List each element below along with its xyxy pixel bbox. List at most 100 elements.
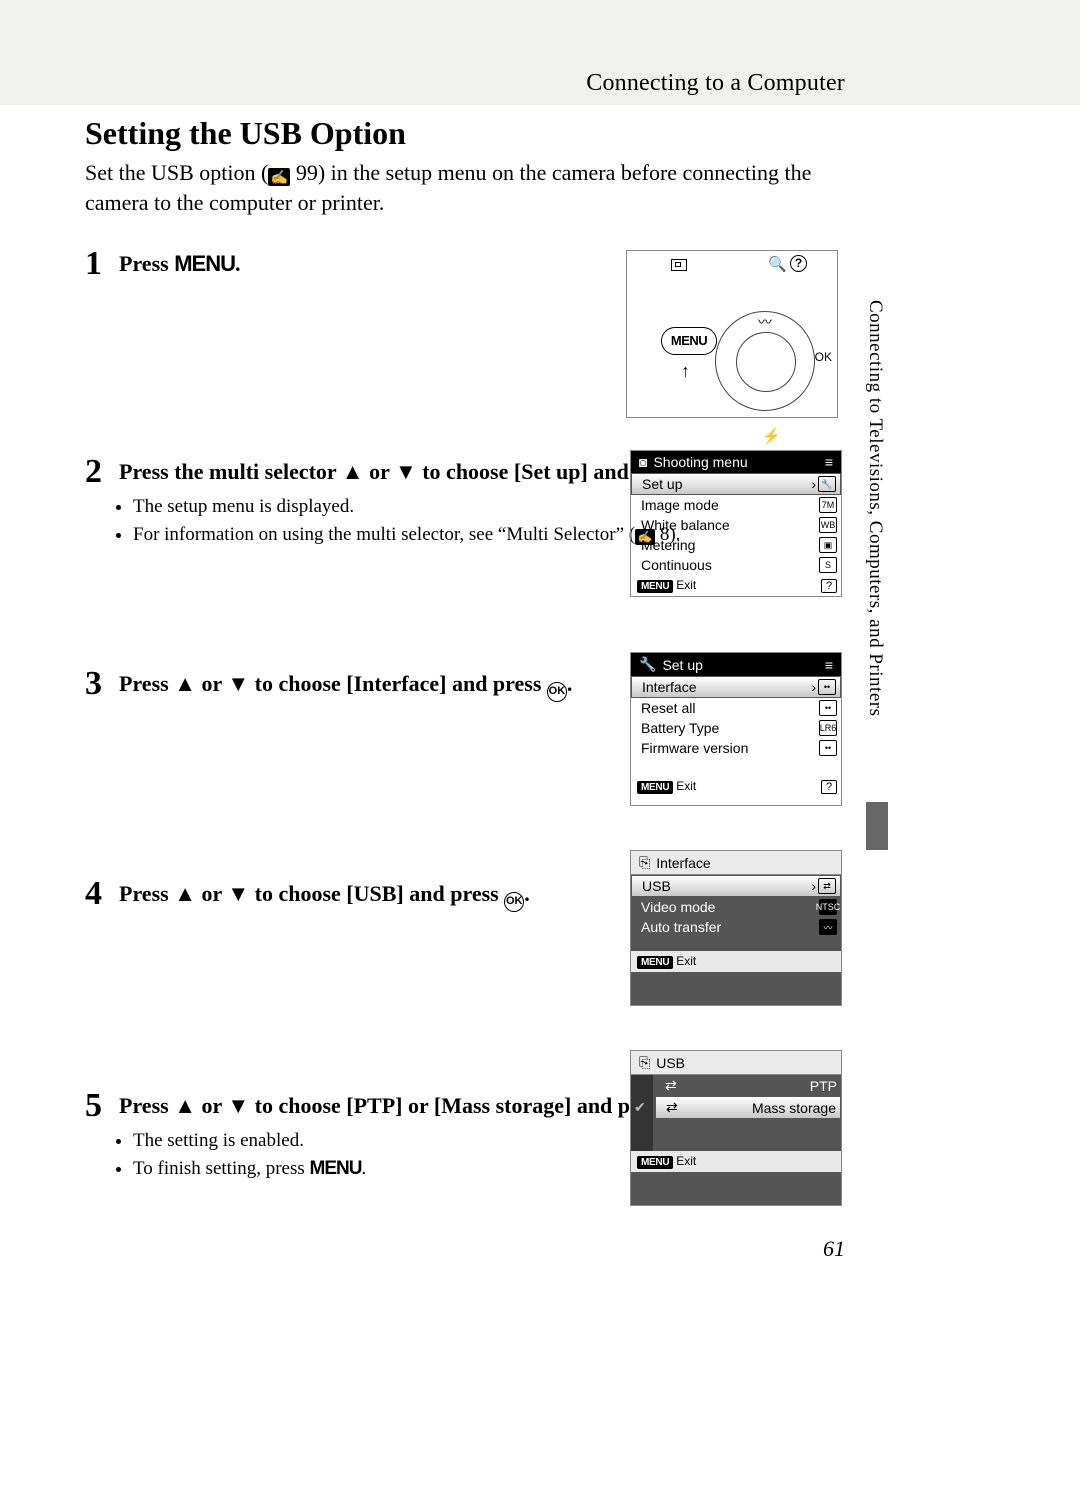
menu-item-metering: Metering ▣ — [631, 535, 841, 555]
lcd-footer: MENUExit — [631, 951, 841, 972]
thumb-tab — [866, 802, 888, 850]
camera-icon: ◙ — [639, 454, 647, 470]
lcd-title-text: Interface — [656, 855, 710, 871]
wrench-icon: 🔧 — [639, 656, 656, 673]
plug-icon: ⎘ — [639, 1054, 650, 1071]
lcd-body: ✔ ⇄ PTP ⇄ Mass storage — [631, 1075, 841, 1151]
lcd-interface-menu: ⎘ Interface USB › ⇄ Video mode NTSC Auto… — [630, 850, 842, 1006]
menu-item-usb: USB › ⇄ — [631, 875, 841, 897]
lcd-title-text: USB — [656, 1055, 685, 1071]
menu-item-continuous: Continuous S — [631, 555, 841, 575]
lcd-title-bar: ⎘ USB — [631, 1051, 841, 1075]
value-icon: WB — [819, 517, 837, 533]
help-icon: ? — [821, 780, 837, 794]
exit-text: Exit — [676, 578, 696, 592]
down-arrow-icon — [227, 881, 249, 906]
help-icon: ? — [790, 255, 807, 272]
menu-item-mass-storage: ⇄ Mass storage — [655, 1096, 841, 1119]
menu-button-label: MENU — [174, 251, 235, 276]
menu-item-firmware: Firmware version •• — [631, 738, 841, 758]
usb-icon: ⇄ — [665, 1077, 677, 1094]
value-icon: •• — [819, 700, 837, 716]
menu-item-auto-transfer: Auto transfer 〰 — [631, 917, 841, 937]
menu-item-ptp: ⇄ PTP — [655, 1075, 841, 1096]
check-icon: ✔ — [634, 1099, 646, 1116]
menu-item-label: Interface — [642, 679, 696, 695]
flash-icon: ⚡ — [762, 427, 781, 445]
value-icon: •• — [818, 679, 836, 695]
chapter-header: Connecting to a Computer — [586, 70, 845, 97]
value-icon: LR6 — [819, 720, 837, 736]
up-arrow-icon — [342, 459, 364, 484]
menu-item-label: Reset all — [641, 700, 695, 716]
lcd-footer: MENUExit ? — [631, 776, 841, 797]
lcd-body: USB › ⇄ Video mode NTSC Auto transfer 〰 — [631, 875, 841, 951]
step-text: . — [235, 251, 241, 276]
menu-item-setup: Set up › 🔧 — [631, 473, 841, 495]
down-arrow-icon — [227, 671, 249, 696]
exit-label: MENUExit — [637, 578, 696, 593]
menu-item-label: PTP — [810, 1078, 837, 1094]
dial-up-icon: 〰 — [758, 312, 772, 332]
exit-text: Exit — [676, 1154, 696, 1168]
exit-label: MENUExit — [637, 954, 696, 969]
lcd-shooting-menu: ◙ Shooting menu ≡ Set up › 🔧 Image mode … — [630, 450, 842, 597]
lcd-usb-menu: ⎘ USB ✔ ⇄ PTP ⇄ Mass storage MENUExit — [630, 1050, 842, 1206]
camera-back-illustration: 🔍 ? MENU ↑ 〰 OK ⚡ — [626, 250, 838, 418]
step-text: or — [364, 459, 395, 484]
step-number: 4 — [85, 875, 119, 911]
page-title: Setting the USB Option — [85, 115, 845, 152]
lcd-title-text: Set up — [662, 657, 702, 673]
value-icon: 〰 — [819, 919, 837, 935]
ok-icon: OK — [504, 892, 524, 912]
step-number: 5 — [85, 1087, 119, 1123]
up-arrow-icon — [174, 1093, 196, 1118]
step-text: or — [196, 881, 227, 906]
note-text: . — [361, 1158, 366, 1179]
lcd-footer: MENUExit ? — [631, 575, 841, 596]
usb-icon: ⇄ — [666, 1099, 678, 1116]
step-text: or — [196, 1093, 227, 1118]
up-arrow-icon — [174, 671, 196, 696]
menu-chip-icon: MENU — [637, 956, 673, 969]
step-number: 2 — [85, 453, 119, 489]
value-icon: 7M — [819, 497, 837, 513]
step-text: Press — [119, 881, 174, 906]
down-arrow-icon — [227, 1093, 249, 1118]
exit-text: Exit — [676, 779, 696, 793]
list-icon: ≡ — [825, 454, 835, 470]
side-chapter-text: Connecting to Televisions, Computers, an… — [866, 300, 885, 716]
step-number: 3 — [85, 665, 119, 701]
top-band — [0, 0, 1080, 105]
menu-item-label: USB — [642, 878, 671, 894]
menu-item-label: White balance — [641, 517, 730, 533]
menu-item-video-mode: Video mode NTSC — [631, 897, 841, 917]
xref-icon: ✍ — [268, 168, 290, 186]
chevron-right-icon: › — [811, 679, 816, 695]
menu-button: MENU — [661, 327, 717, 355]
step-text: . — [567, 671, 573, 696]
lcd-setup-menu: 🔧 Set up ≡ Interface › •• Reset all •• B… — [630, 652, 842, 806]
step-text: Press — [119, 671, 174, 696]
menu-item-label: Auto transfer — [641, 919, 721, 935]
step-text: to choose [USB] and press — [249, 881, 504, 906]
menu-item-interface: Interface › •• — [631, 676, 841, 698]
lcd-title-bar: ⎘ Interface — [631, 851, 841, 875]
menu-item-battery-type: Battery Type LR6 — [631, 718, 841, 738]
value-icon: NTSC — [819, 899, 837, 915]
menu-item-label: Metering — [641, 537, 695, 553]
down-arrow-icon — [395, 459, 417, 484]
up-arrow-icon — [174, 881, 196, 906]
dial-inner — [736, 332, 796, 392]
plug-icon: ⎘ — [639, 854, 650, 871]
menu-chip-icon: MENU — [637, 1156, 673, 1169]
step-text: Press — [119, 1093, 174, 1118]
value-icon: •• — [819, 740, 837, 756]
multi-selector-dial: 〰 OK ⚡ — [715, 311, 815, 411]
zoom-icon: 🔍 — [768, 255, 787, 273]
list-icon: ≡ — [825, 657, 835, 673]
menu-chip-icon: MENU — [637, 781, 673, 794]
menu-item-image-mode: Image mode 7M — [631, 495, 841, 515]
indicator-arrow-icon: ↑ — [681, 361, 690, 382]
ok-icon: OK — [547, 682, 567, 702]
